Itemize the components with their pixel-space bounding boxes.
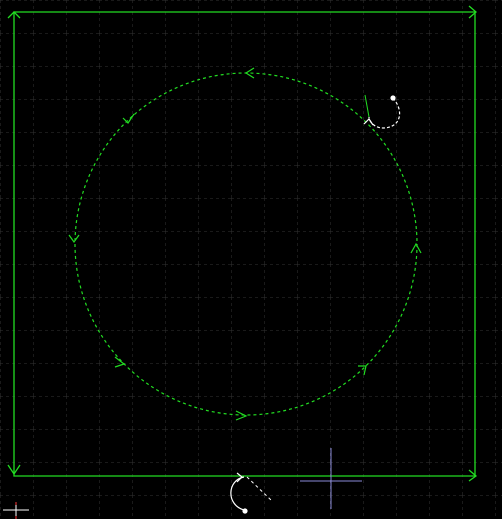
toolpath-canvas[interactable]: [0, 0, 502, 519]
cam-toolpath-viewport[interactable]: [0, 0, 502, 519]
lead-in-start-point-icon: [242, 508, 248, 514]
lead-in-start-point-icon: [390, 95, 396, 101]
background-grid: [0, 0, 502, 519]
